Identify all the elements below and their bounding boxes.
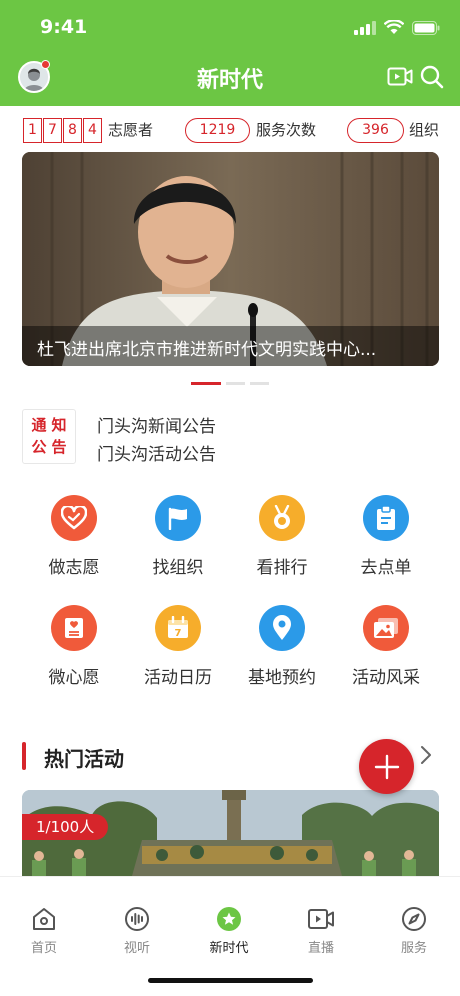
star-icon: [217, 907, 241, 931]
grid-label: 看排行: [256, 558, 308, 578]
notice-item[interactable]: 门头沟活动公告: [97, 440, 216, 465]
volunteer-digit: 4: [83, 118, 102, 143]
grid-icon-circle: [51, 495, 97, 541]
status-icons: [354, 20, 440, 35]
notice-badge-line: 通知: [31, 416, 72, 434]
app-header: 9:41 新时代: [0, 0, 460, 106]
volunteer-digit: 7: [43, 118, 62, 143]
carousel-dot[interactable]: [226, 382, 245, 385]
calendar-icon: 7: [168, 616, 188, 639]
grid-icon-circle: 7: [155, 605, 201, 651]
heart-icon: [61, 506, 87, 530]
carousel-dot[interactable]: [250, 382, 269, 385]
tab-label: 直播: [307, 941, 334, 956]
org-count-badge: 396: [347, 118, 404, 143]
flag-icon: [168, 507, 187, 530]
volunteer-digit: 1: [23, 118, 42, 143]
battery-icon: [412, 20, 440, 35]
tab-label: 服务: [400, 941, 427, 956]
grid-item-ranking[interactable]: 看排行: [227, 495, 337, 578]
wifi-icon: [384, 20, 404, 34]
grid-label: 做志愿: [48, 558, 100, 578]
org-count-label: 组织: [409, 121, 440, 139]
search-button[interactable]: [419, 64, 445, 90]
live-video-icon: [308, 909, 334, 929]
stats-bar: 1 7 8 4 志愿者 1219 服务次数 396 组织: [0, 106, 460, 152]
tab-label: 新时代: [209, 941, 249, 956]
activity-card[interactable]: 1/100人: [22, 790, 439, 876]
plus-icon: [374, 754, 399, 779]
volunteer-label: 志愿者: [108, 121, 154, 139]
banner-caption-text: 杜飞进出席北京市推进新时代文明实践中心...: [37, 340, 377, 360]
location-pin-icon: [273, 615, 291, 640]
grid-label: 活动风采: [352, 668, 420, 688]
tab-service[interactable]: 服务: [374, 905, 454, 956]
tab-audio-video[interactable]: 视听: [97, 905, 177, 956]
wish-card-icon: [65, 618, 83, 638]
search-icon: [420, 65, 444, 89]
add-button[interactable]: [359, 739, 414, 794]
notice-badge: 通知 公告: [22, 409, 76, 464]
medal-icon: [274, 505, 290, 529]
service-count-badge: 1219: [185, 118, 250, 143]
grid-item-find-org[interactable]: 找组织: [123, 495, 233, 578]
service-count-label: 服务次数: [256, 121, 317, 139]
home-indicator: [148, 978, 313, 983]
photos-icon: [374, 618, 398, 638]
video-icon: [387, 67, 413, 86]
audio-icon: [125, 907, 149, 931]
tab-label: 首页: [30, 941, 57, 956]
grid-item-micro-wish[interactable]: 微心愿: [19, 605, 129, 688]
notice-item[interactable]: 门头沟新闻公告: [97, 412, 216, 437]
tab-new-era[interactable]: 新时代: [189, 905, 269, 956]
video-button[interactable]: [387, 64, 413, 90]
participant-count-tag: 1/100人: [22, 814, 109, 840]
grid-item-order[interactable]: 去点单: [331, 495, 441, 578]
tab-label: 视听: [123, 941, 150, 956]
grid-label: 去点单: [360, 558, 412, 578]
carousel-indicator: [191, 382, 269, 385]
section-title: 热门活动: [44, 747, 124, 771]
calendar-day: 7: [175, 628, 182, 639]
home-icon: [33, 908, 55, 930]
signal-icon: [354, 20, 376, 35]
notice-badge-line: 公告: [31, 438, 72, 456]
grid-label: 活动日历: [144, 668, 212, 688]
grid-item-activity-gallery[interactable]: 活动风采: [331, 605, 441, 688]
volunteer-digit: 8: [63, 118, 82, 143]
grid-label: 找组织: [152, 558, 204, 578]
grid-icon-circle: [155, 495, 201, 541]
banner-caption: 杜飞进出席北京市推进新时代文明实践中心...: [22, 326, 439, 366]
grid-icon-circle: [259, 605, 305, 651]
grid-icon-circle: [363, 605, 409, 651]
grid-item-volunteer[interactable]: 做志愿: [19, 495, 129, 578]
grid-icon-circle: [363, 495, 409, 541]
news-banner[interactable]: 杜飞进出席北京市推进新时代文明实践中心...: [22, 152, 439, 366]
compass-icon: [402, 907, 426, 931]
chevron-right-icon[interactable]: [418, 744, 434, 766]
tab-home[interactable]: 首页: [4, 905, 84, 956]
grid-icon-circle: [51, 605, 97, 651]
grid-item-calendar[interactable]: 7 活动日历: [123, 605, 233, 688]
grid-item-base-booking[interactable]: 基地预约: [227, 605, 337, 688]
section-marker: [22, 742, 26, 770]
grid-icon-circle: [259, 495, 305, 541]
grid-label: 微心愿: [48, 668, 100, 688]
carousel-dot-active[interactable]: [191, 382, 221, 385]
tab-live[interactable]: 直播: [281, 905, 361, 956]
status-time: 9:41: [40, 16, 88, 38]
grid-label: 基地预约: [248, 668, 316, 688]
clipboard-icon: [377, 505, 395, 530]
